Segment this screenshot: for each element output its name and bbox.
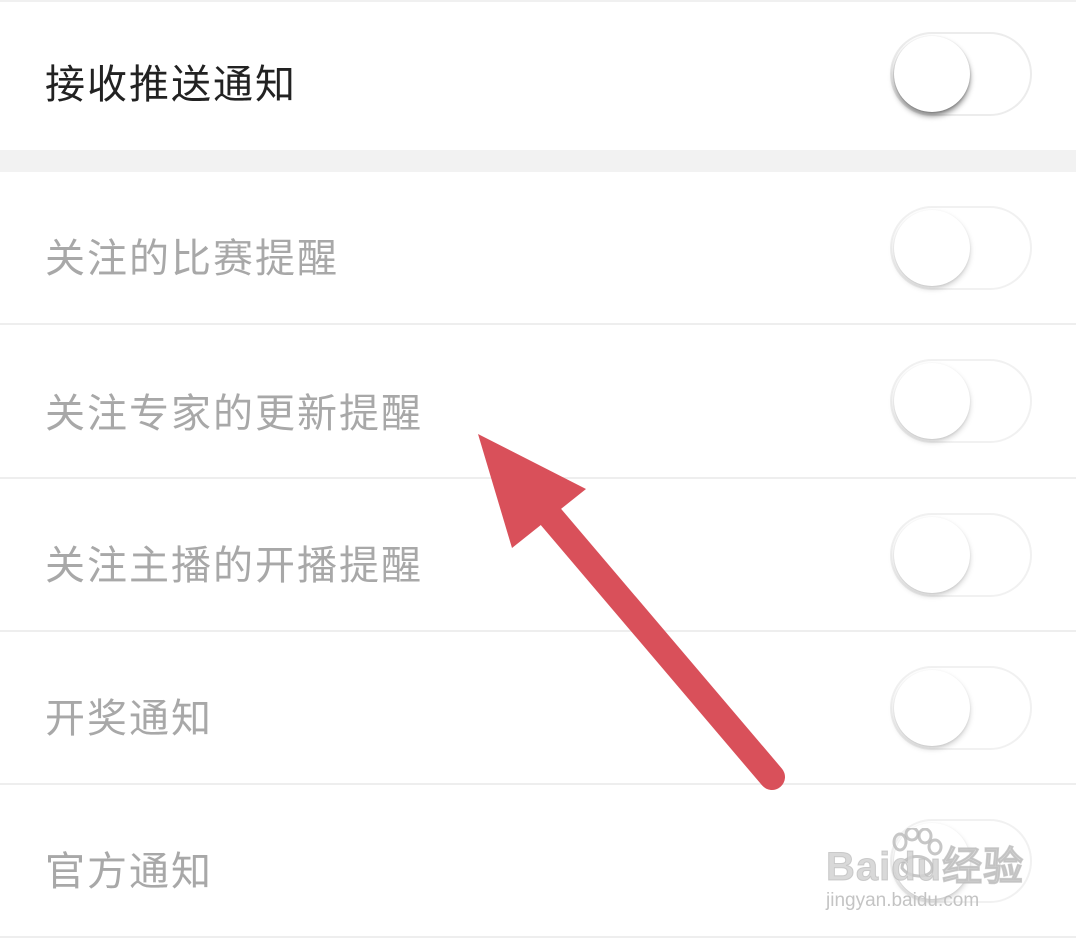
push-notifications-toggle[interactable] [890, 32, 1032, 116]
notification-settings-screen: 接收推送通知 关注的比赛提醒 关注专家的更新提醒 关注主播的开播提醒 开奖通知 … [0, 0, 1076, 940]
toggle-knob [894, 210, 970, 286]
watermark: Baidu经验 jingyan.baidu.com [825, 828, 1036, 918]
setting-label: 接收推送通知 [45, 62, 297, 108]
setting-label: 开奖通知 [45, 696, 213, 742]
toggle-knob [894, 363, 970, 439]
followed-match-reminder-toggle[interactable] [890, 206, 1032, 290]
watermark-brand: Baidu经验 [825, 845, 1025, 890]
toggle-knob [894, 36, 970, 112]
row-divider [0, 936, 1076, 938]
section-separator [0, 150, 1076, 172]
setting-label: 关注主播的开播提醒 [45, 543, 423, 589]
setting-label: 官方通知 [45, 849, 213, 895]
setting-row-push-notifications[interactable]: 接收推送通知 [0, 0, 1076, 150]
setting-row-followed-match-reminder[interactable]: 关注的比赛提醒 [0, 172, 1076, 324]
setting-row-expert-update-reminder[interactable]: 关注专家的更新提醒 [0, 325, 1076, 477]
watermark-site: jingyan.baidu.com [826, 890, 980, 911]
toggle-knob [894, 670, 970, 746]
setting-label: 关注专家的更新提醒 [45, 391, 423, 437]
toggle-knob [894, 517, 970, 593]
setting-row-lottery-notification[interactable]: 开奖通知 [0, 632, 1076, 784]
setting-row-streamer-live-reminder[interactable]: 关注主播的开播提醒 [0, 479, 1076, 631]
streamer-live-reminder-toggle[interactable] [890, 513, 1032, 597]
setting-label: 关注的比赛提醒 [45, 236, 339, 282]
expert-update-reminder-toggle[interactable] [890, 359, 1032, 443]
lottery-notification-toggle[interactable] [890, 666, 1032, 750]
